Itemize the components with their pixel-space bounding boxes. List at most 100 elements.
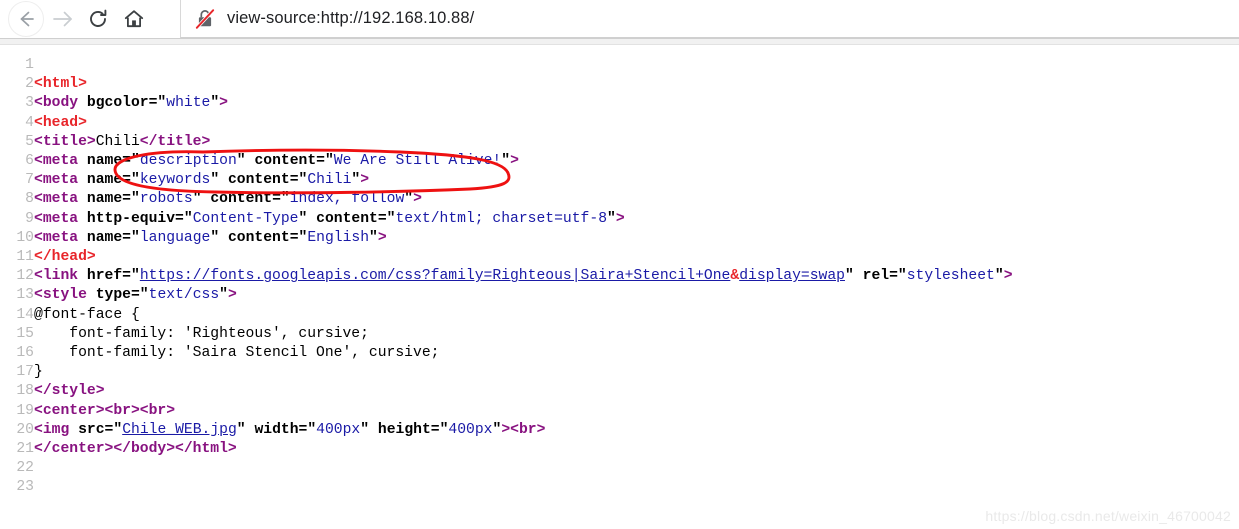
- line-number: 10: [16, 229, 34, 246]
- line-source: [34, 478, 1013, 497]
- source-token: content: [210, 191, 273, 208]
- line-number: 11: [16, 249, 34, 266]
- source-token: =": [122, 153, 140, 170]
- line-number: 21: [16, 441, 34, 458]
- source-token: font-family: 'Righteous', cursive;: [34, 325, 369, 342]
- source-token: <title>: [34, 133, 96, 150]
- source-token: =": [122, 268, 140, 285]
- line-source: <html>: [34, 75, 1013, 94]
- view-source-content: 1 2 <html> 3 <body bgcolor="white"> 4 <head> 5…: [0, 46, 1239, 529]
- source-token: rel: [862, 268, 890, 285]
- source-token: <body: [34, 95, 79, 112]
- source-token: </head>: [34, 249, 96, 266]
- source-token: >: [615, 210, 625, 227]
- source-link[interactable]: Chile_WEB.jpg: [122, 422, 237, 438]
- source-token: src: [78, 421, 105, 438]
- source-token: index, follow: [289, 191, 405, 208]
- source-token: =": [289, 172, 308, 189]
- source-token: ": [236, 421, 246, 438]
- source-token: 400px: [316, 421, 361, 438]
- line-number: 16: [16, 345, 34, 362]
- source-token: Chili: [95, 133, 140, 150]
- line-number: 22: [16, 460, 34, 477]
- reload-button[interactable]: [80, 1, 116, 37]
- line-number: 2: [25, 76, 34, 93]
- source-token: <head>: [34, 114, 87, 131]
- line-number: 20: [16, 421, 34, 438]
- source-token: [369, 422, 378, 438]
- source-token: <meta: [34, 153, 79, 170]
- source-token: text/css: [148, 287, 220, 304]
- source-token: English: [307, 229, 370, 246]
- source-line: 17}: [0, 363, 1013, 382]
- source-token: Chili: [307, 172, 352, 189]
- line-number: 12: [16, 268, 34, 285]
- source-token: @font-face {: [34, 306, 140, 323]
- source-token: language: [139, 229, 211, 246]
- source-line: 11 </head>: [0, 248, 1013, 267]
- source-token: http-equiv: [86, 210, 176, 227]
- source-token: width: [254, 421, 299, 438]
- source-code-table: 1 2 <html> 3 <body bgcolor="white"> 4 <head> 5…: [0, 56, 1013, 498]
- address-bar[interactable]: view-source:http://192.168.10.88/: [180, 0, 1239, 38]
- source-token: >: [360, 172, 370, 189]
- line-number: 8: [25, 191, 34, 208]
- source-token: Content-Type: [192, 210, 299, 227]
- source-token: keywords: [139, 172, 211, 189]
- source-token: <meta: [34, 172, 79, 189]
- source-token: =": [104, 421, 123, 438]
- reload-icon: [90, 9, 107, 27]
- line-number: 1: [25, 57, 34, 73]
- line-number: 7: [25, 172, 34, 189]
- source-token: >: [413, 191, 422, 208]
- source-link[interactable]: https://fonts.googleapis.com/css?family=…: [140, 268, 731, 284]
- source-line: 12 <link href="https://fonts.googleapis.c…: [0, 267, 1013, 286]
- source-token: content: [254, 153, 317, 170]
- line-number: 15: [16, 325, 34, 342]
- line-source: @font-face {: [34, 306, 1013, 325]
- source-token: }: [34, 364, 43, 381]
- source-token: [78, 153, 87, 169]
- source-token: ": [210, 172, 220, 189]
- home-button[interactable]: [116, 1, 152, 37]
- source-token: >: [219, 95, 228, 112]
- source-token: >: [1003, 268, 1013, 285]
- forward-button[interactable]: [44, 1, 80, 37]
- back-button[interactable]: [8, 1, 44, 37]
- source-token: <html>: [34, 76, 87, 93]
- source-token: [78, 191, 87, 207]
- source-token: =": [889, 268, 907, 285]
- source-token: >: [377, 229, 387, 246]
- line-number: 18: [16, 383, 34, 400]
- source-token: [78, 211, 87, 227]
- source-token: <center><br><br>: [34, 402, 176, 419]
- source-token: name: [86, 172, 123, 189]
- source-token: &: [730, 268, 740, 285]
- line-source: [34, 459, 1013, 478]
- source-token: </title>: [139, 133, 211, 150]
- source-token: <meta: [34, 210, 79, 227]
- line-source: font-family: 'Saira Stencil One', cursiv…: [34, 344, 1013, 363]
- source-token: =": [289, 229, 308, 246]
- source-line: 18 </style>: [0, 382, 1013, 401]
- source-token: ": [607, 210, 616, 227]
- source-token: ": [210, 229, 220, 246]
- watermark: https://blog.csdn.net/weixin_46700042: [985, 508, 1231, 524]
- lock-slashed-icon[interactable]: [195, 8, 215, 30]
- source-token: =": [377, 210, 396, 227]
- source-token: >: [510, 153, 519, 170]
- source-token: height: [377, 421, 431, 438]
- line-source: <title>Chili</title>: [34, 133, 1013, 152]
- source-token: [219, 230, 228, 246]
- source-token: text/html; charset=utf-8: [395, 210, 608, 227]
- line-source: font-family: 'Righteous', cursive;: [34, 325, 1013, 344]
- source-link[interactable]: display=swap: [739, 268, 845, 284]
- line-number: 17: [16, 364, 34, 381]
- source-token: ": [404, 191, 414, 208]
- line-source: [34, 56, 1013, 75]
- line-number: 6: [25, 153, 34, 170]
- line-source: <meta http-equiv="Content-Type" content=…: [34, 210, 1013, 229]
- source-token: white: [166, 95, 211, 112]
- source-token: bgcolor: [86, 95, 149, 112]
- source-token: ": [360, 421, 370, 438]
